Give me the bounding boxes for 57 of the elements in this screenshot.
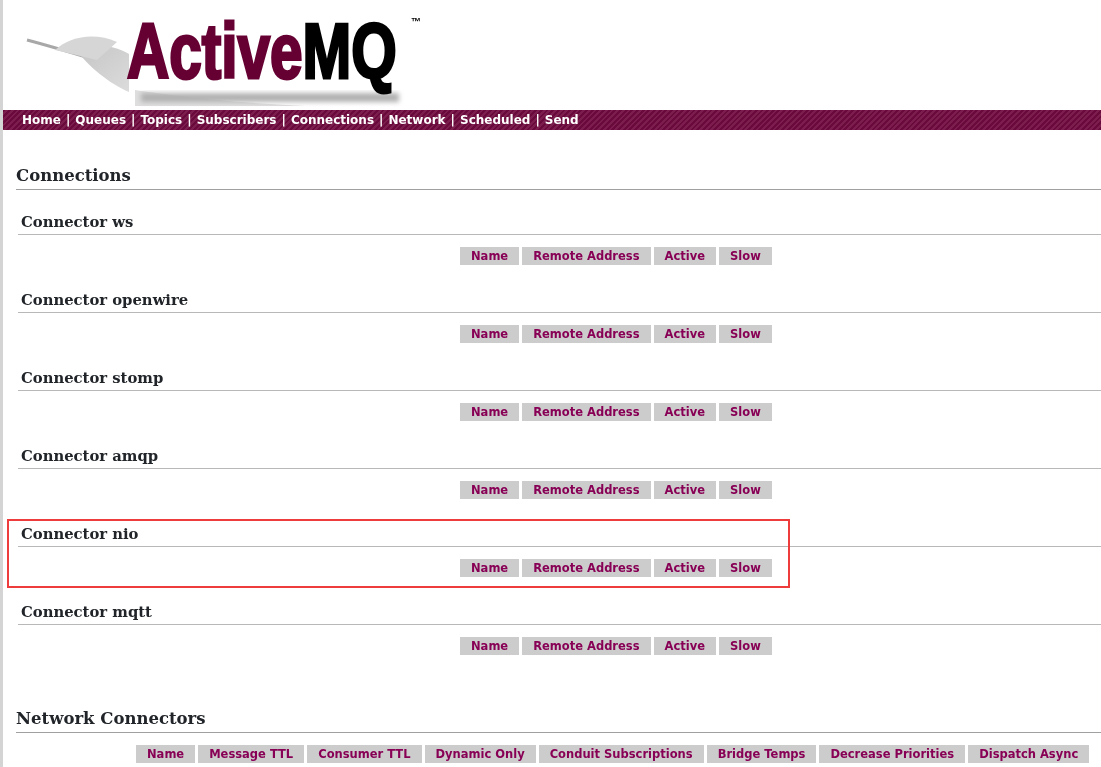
nav-separator: | — [535, 112, 540, 129]
column-header: Remote Address — [522, 481, 651, 499]
column-header: Remote Address — [522, 325, 651, 343]
nav-link[interactable]: Subscribers — [196, 111, 277, 129]
column-header: Name — [460, 637, 520, 655]
column-header: Slow — [719, 247, 772, 265]
column-header: Remote Address — [522, 637, 651, 655]
column-header: Dynamic Only — [424, 745, 536, 763]
column-header: Name — [136, 745, 196, 763]
logo-text: ActiveMQ — [127, 8, 397, 94]
column-header: Active — [653, 325, 716, 343]
nav-separator: | — [187, 112, 192, 129]
nav-separator: | — [450, 112, 455, 129]
nav-separator: | — [281, 112, 286, 129]
page-heading: Network Connectors — [16, 709, 206, 728]
section-heading: Connector amqp — [21, 447, 159, 464]
nav-link[interactable]: Topics — [140, 111, 183, 129]
column-header: Consumer TTL — [307, 745, 422, 763]
column-header: Active — [653, 559, 716, 577]
column-header: Slow — [719, 403, 772, 421]
column-header: Remote Address — [522, 247, 651, 265]
column-header: Active — [653, 481, 716, 499]
column-header: Name — [460, 247, 520, 265]
column-header: Remote Address — [522, 403, 651, 421]
column-header: Name — [460, 403, 520, 421]
column-header: Slow — [719, 637, 772, 655]
column-header: Remote Address — [522, 559, 651, 577]
column-header: Name — [460, 325, 520, 343]
section-heading: Connector stomp — [21, 369, 164, 386]
column-header: Slow — [719, 481, 772, 499]
column-header: Active — [653, 403, 716, 421]
column-header: Bridge Temps — [706, 745, 817, 763]
column-header: Conduit Subscriptions — [538, 745, 704, 763]
column-header: Slow — [719, 325, 772, 343]
nav-link[interactable]: Scheduled — [460, 111, 531, 129]
nav-separator: | — [379, 112, 384, 129]
trademark-symbol: ™ — [410, 15, 421, 29]
nav-link[interactable]: Connections — [290, 111, 375, 129]
nav-link[interactable]: Queues — [75, 111, 127, 129]
section-heading: Connector nio — [21, 525, 139, 542]
column-header: Name — [460, 559, 520, 577]
column-header: Dispatch Async — [968, 745, 1090, 763]
column-header: Name — [460, 481, 520, 499]
column-header: Active — [653, 637, 716, 655]
nav-separator: | — [131, 112, 136, 129]
nav-link[interactable]: Home — [22, 111, 61, 129]
nav-link[interactable]: Send — [544, 111, 579, 129]
section-heading: Connector mqtt — [21, 603, 152, 620]
page-heading: Connections — [16, 166, 131, 185]
column-header: Slow — [719, 559, 772, 577]
section-heading: Connector openwire — [21, 291, 189, 308]
column-header: Active — [653, 247, 716, 265]
nav-link[interactable]: Network — [388, 111, 446, 129]
nav-separator: | — [65, 112, 71, 129]
column-header: Decrease Priorities — [819, 745, 966, 763]
section-heading: Connector ws — [21, 213, 134, 230]
column-header: Message TTL — [198, 745, 305, 763]
